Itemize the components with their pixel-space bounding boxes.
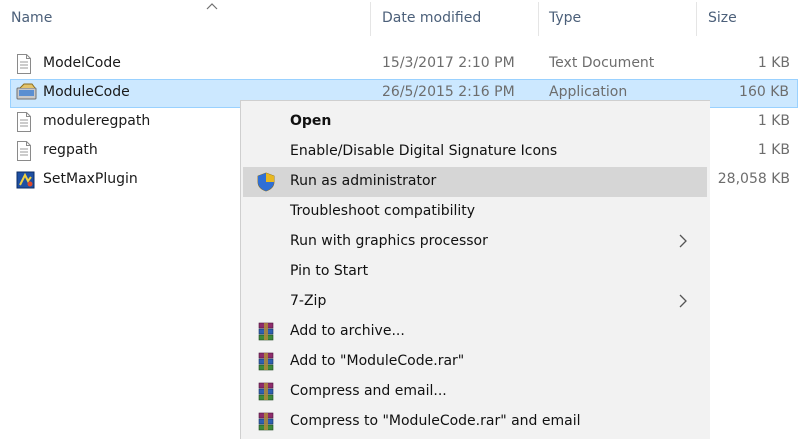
text-document-icon [16,141,34,161]
menu-item-label: Compress and email... [290,383,447,399]
menu-item-label: Add to archive... [290,323,405,339]
menu-item-7zip[interactable]: 7-Zip [243,287,707,317]
file-size: 28,058 KB [717,171,790,187]
winrar-icon [256,322,276,342]
menu-item-label: Open [290,113,332,129]
menu-item-run-as-administrator[interactable]: Run as administrator [243,167,707,197]
sort-ascending-icon [206,0,218,14]
menu-item-label: Compress to "ModuleCode.rar" and email [290,413,581,429]
column-header-type[interactable]: Type [549,10,581,26]
chevron-right-icon [677,231,689,251]
context-menu: Open Enable/Disable Digital Signature Ic… [240,100,710,439]
column-header-date-modified[interactable]: Date modified [382,10,481,26]
uac-shield-icon [256,172,276,192]
file-name[interactable]: ModuleCode [43,84,130,100]
file-size: 160 KB [739,84,789,100]
file-name[interactable]: regpath [43,142,98,158]
file-date: 15/3/2017 2:10 PM [382,55,515,71]
menu-item-troubleshoot-compatibility[interactable]: Troubleshoot compatibility [243,197,707,227]
menu-item-label: Troubleshoot compatibility [290,203,476,219]
winrar-icon [256,412,276,432]
menu-item-label: Enable/Disable Digital Signature Icons [290,143,558,159]
application-icon [16,83,37,103]
menu-item-pin-to-start[interactable]: Pin to Start [243,257,707,287]
file-name[interactable]: ModelCode [43,55,121,71]
column-divider[interactable] [370,2,371,36]
menu-item-open[interactable]: Open [243,107,707,137]
menu-item-compress-and-email[interactable]: Compress and email... [243,377,707,407]
file-name[interactable]: SetMaxPlugin [43,171,138,187]
file-size: 1 KB [757,55,790,71]
file-name[interactable]: moduleregpath [43,113,150,129]
plugin-app-icon [16,170,35,190]
file-type: Application [549,84,628,100]
text-document-icon [16,54,34,74]
menu-item-add-to-archive[interactable]: Add to archive... [243,317,707,347]
chevron-right-icon [677,291,689,311]
menu-item-label: Pin to Start [290,263,369,279]
menu-item-add-to-rar[interactable]: Add to "ModuleCode.rar" [243,347,707,377]
file-type: Text Document [549,55,655,71]
column-divider[interactable] [538,2,539,36]
file-date: 26/5/2015 2:16 PM [382,84,515,100]
menu-item-label: Add to "ModuleCode.rar" [290,353,465,369]
winrar-icon [256,352,276,372]
file-row[interactable]: ModelCode 15/3/2017 2:10 PM Text Documen… [10,50,798,79]
column-divider[interactable] [696,2,697,36]
text-document-icon [16,112,34,132]
column-header-name[interactable]: Name [11,10,52,26]
menu-item-compress-to-rar-and-email[interactable]: Compress to "ModuleCode.rar" and email [243,407,707,437]
column-header: Name Date modified Type Size [0,0,808,40]
column-header-size[interactable]: Size [708,10,737,26]
file-size: 1 KB [757,113,790,129]
menu-item-digital-signature-icons[interactable]: Enable/Disable Digital Signature Icons [243,137,707,167]
menu-item-label: Run with graphics processor [290,233,488,249]
file-size: 1 KB [757,142,790,158]
menu-item-label: 7-Zip [290,293,327,309]
menu-item-run-with-graphics-processor[interactable]: Run with graphics processor [243,227,707,257]
winrar-icon [256,382,276,402]
menu-item-label: Run as administrator [290,173,437,189]
